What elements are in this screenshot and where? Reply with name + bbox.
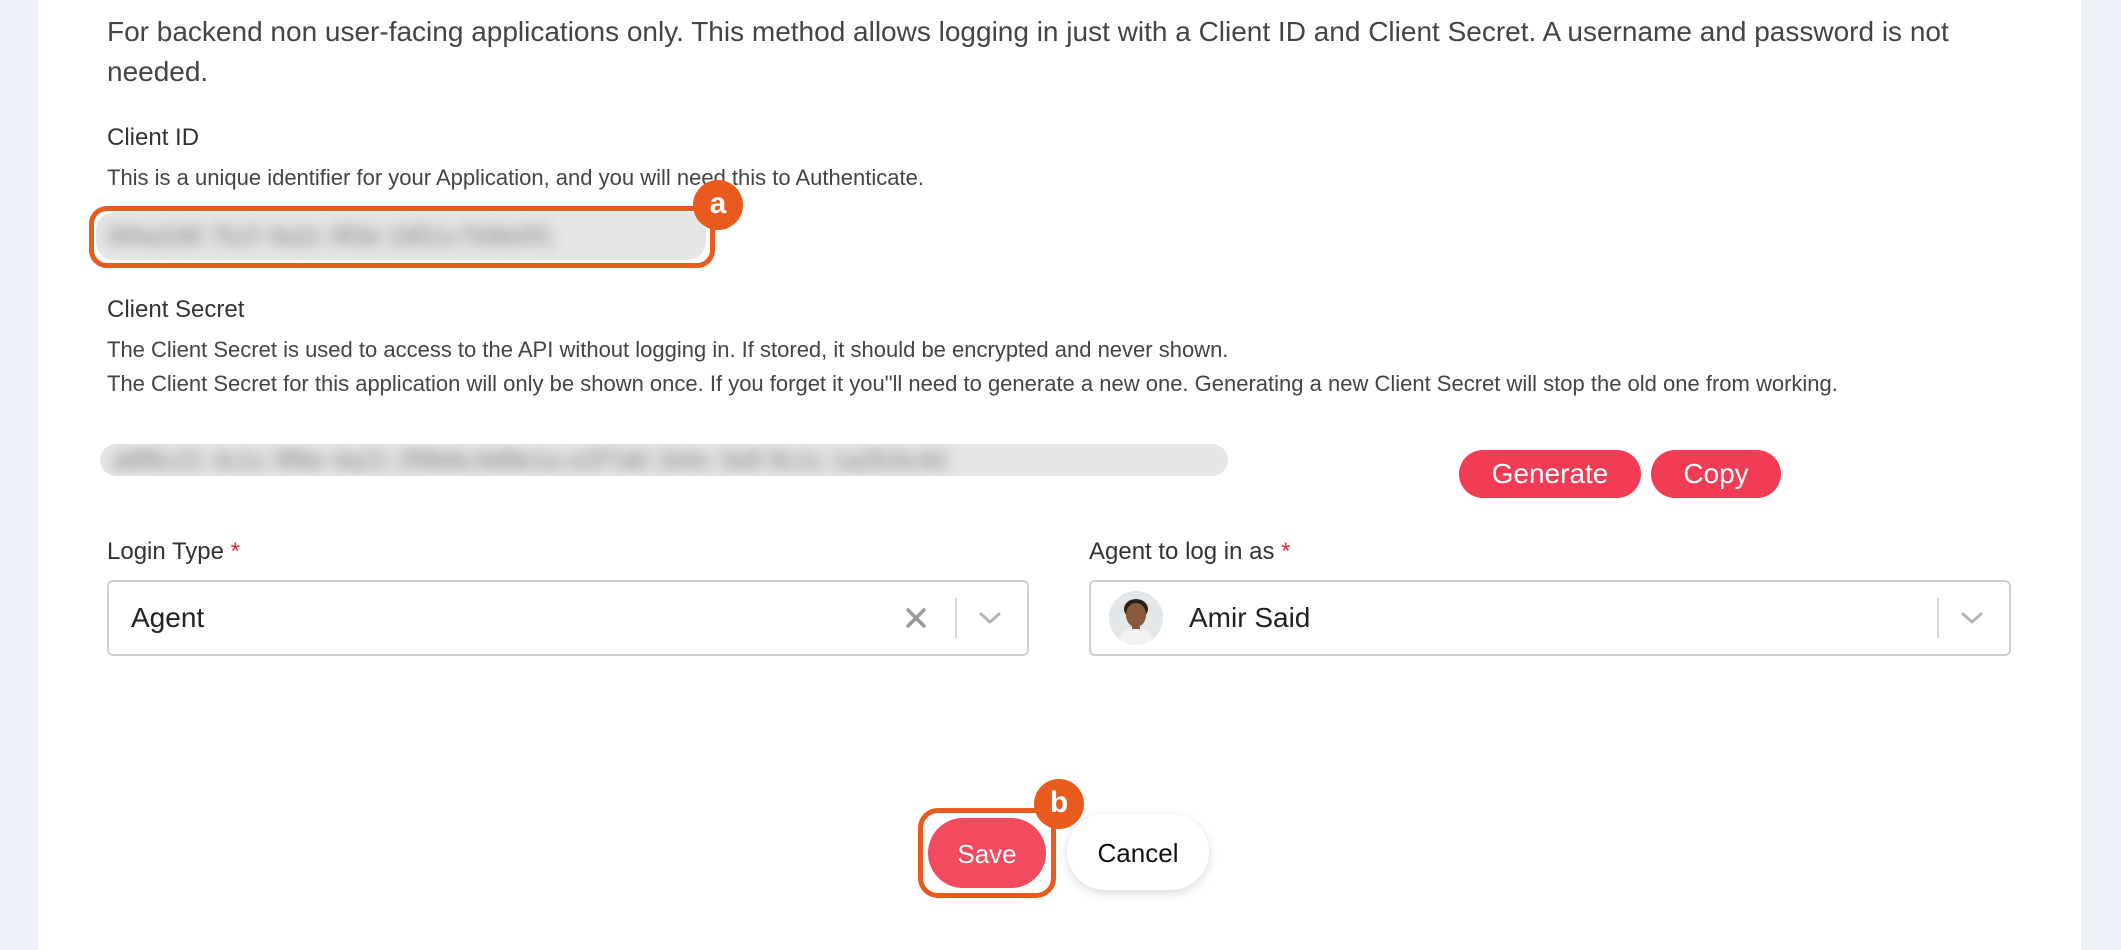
select-separator bbox=[1937, 598, 1939, 638]
login-type-select[interactable]: Agent bbox=[107, 580, 1029, 656]
close-icon[interactable] bbox=[903, 605, 929, 631]
agent-select[interactable]: Amir Said bbox=[1089, 580, 2011, 656]
client-secret-value[interactable]: a8f6c21 4c1c 9f6e 4a21 2f9b6c4d8e1a e2f7… bbox=[100, 444, 1228, 476]
agent-value: Amir Said bbox=[1189, 602, 1311, 633]
select-separator bbox=[955, 598, 957, 638]
agent-label-text: Agent to log in as bbox=[1089, 538, 1275, 565]
client-secret-masked-text: a8f6c21 4c1c 9f6e 4a21 2f9b6c4d8e1a e2f7… bbox=[112, 444, 947, 475]
copy-button[interactable]: Copy bbox=[1651, 450, 1781, 498]
save-button[interactable]: Save bbox=[928, 818, 1046, 888]
callout-b-badge: b bbox=[1034, 779, 1084, 829]
intro-description: For backend non user-facing applications… bbox=[107, 16, 1949, 87]
callout-a-ring bbox=[89, 206, 715, 268]
required-mark: * bbox=[230, 538, 241, 565]
login-type-label-text: Login Type bbox=[107, 538, 224, 565]
generate-button[interactable]: Generate bbox=[1459, 450, 1641, 498]
user-avatar-icon bbox=[1109, 591, 1163, 645]
client-id-label: Client ID bbox=[107, 124, 200, 151]
agent-label: Agent to log in as * bbox=[1089, 538, 1290, 566]
callout-a-badge: a bbox=[693, 180, 743, 230]
client-secret-help-2: The Client Secret for this application w… bbox=[107, 371, 1838, 396]
client-secret-label: Client Secret bbox=[107, 296, 245, 323]
required-mark: * bbox=[1281, 538, 1291, 565]
login-type-label: Login Type * bbox=[107, 538, 240, 566]
cancel-button[interactable]: Cancel bbox=[1067, 814, 1209, 890]
avatar bbox=[1109, 591, 1163, 645]
login-type-value: Agent bbox=[131, 602, 205, 633]
chevron-down-icon[interactable] bbox=[1959, 609, 1985, 627]
client-secret-help-1: The Client Secret is used to access to t… bbox=[107, 337, 1229, 362]
chevron-down-icon[interactable] bbox=[977, 609, 1003, 627]
client-id-help: This is a unique identifier for your App… bbox=[107, 165, 924, 190]
